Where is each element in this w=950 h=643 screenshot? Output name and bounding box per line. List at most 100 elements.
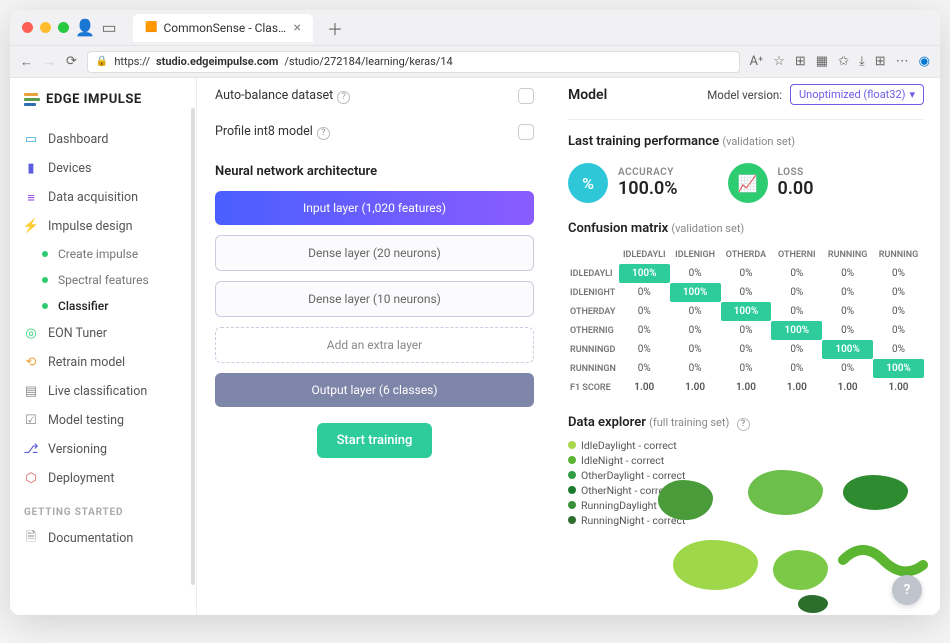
f1-cell: 1.00 <box>822 378 873 397</box>
output-layer-block: Output layer (6 classes) <box>215 373 534 407</box>
dashboard-icon: ▭ <box>24 133 38 147</box>
nav-retrain-model[interactable]: ⟲Retrain model <box>24 348 190 377</box>
close-tab-button[interactable]: × <box>294 20 301 36</box>
scrollbar[interactable] <box>190 78 196 615</box>
tuner-icon: ◎ <box>24 327 38 341</box>
nav-live-classification[interactable]: ▤Live classification <box>24 377 190 406</box>
matrix-cell: 0% <box>771 283 822 302</box>
logo-mark-icon <box>24 93 40 106</box>
nav-devices[interactable]: ▮Devices <box>24 154 190 183</box>
matrix-cell: 0% <box>721 340 772 359</box>
accuracy-icon: % <box>568 163 608 203</box>
nav-impulse-design[interactable]: ⚡Impulse design <box>24 212 190 241</box>
matrix-cell: 0% <box>771 359 822 378</box>
legend-dot-icon <box>568 471 576 479</box>
nav-create-impulse[interactable]: Create impulse <box>24 241 190 267</box>
sidebar: EDGE IMPULSE ▭Dashboard ▮Devices ≡Data a… <box>10 78 190 615</box>
dense-layer-20[interactable]: Dense layer (20 neurons) <box>215 235 534 271</box>
nav-deployment[interactable]: ⬡Deployment <box>24 464 190 493</box>
favorites-bar-icon[interactable]: ✩ <box>838 54 849 69</box>
help-icon[interactable]: ? <box>737 418 750 431</box>
f1-cell: 1.00 <box>771 378 822 397</box>
matrix-cell: 100% <box>721 302 772 321</box>
close-window-button[interactable] <box>22 22 33 33</box>
profile-icon[interactable]: 👤 <box>77 20 93 36</box>
collections-icon[interactable]: ▦ <box>816 54 828 69</box>
matrix-row: RUNNINGN0%0%0%0%0%100% <box>568 359 924 378</box>
bullet-icon <box>42 303 48 309</box>
nn-architecture-title: Neural network architecture <box>215 164 534 179</box>
copilot-icon[interactable]: ◉ <box>919 54 930 69</box>
profile-int8-label: Profile int8 model <box>215 124 313 139</box>
new-tab-button[interactable]: ＋ <box>327 16 343 40</box>
bullet-icon <box>42 251 48 257</box>
model-version-select[interactable]: Unoptimized (float32) ▾ <box>790 84 924 105</box>
version-label: Model version: <box>707 88 782 102</box>
matrix-row-header: RUNNINGD <box>568 340 619 359</box>
favorite-icon[interactable]: ☆ <box>773 54 785 69</box>
nav-documentation[interactable]: 🗎Documentation <box>24 524 190 553</box>
legend-dot-icon <box>568 456 576 464</box>
nav-spectral-features[interactable]: Spectral features <box>24 267 190 293</box>
doc-icon: 🗎 <box>24 532 38 546</box>
matrix-cell: 0% <box>670 302 721 321</box>
matrix-col-header: RUNNING <box>873 246 924 264</box>
input-layer-block: Input layer (1,020 features) <box>215 191 534 225</box>
help-icon[interactable]: ? <box>337 91 350 104</box>
reader-icon[interactable]: A⁺ <box>750 54 764 69</box>
matrix-cell: 0% <box>822 283 873 302</box>
brand-logo[interactable]: EDGE IMPULSE <box>24 92 190 107</box>
matrix-cell: 0% <box>670 264 721 283</box>
matrix-cell: 0% <box>619 321 670 340</box>
f1-cell: 1.00 <box>619 378 670 397</box>
minimize-window-button[interactable] <box>40 22 51 33</box>
loss-label: LOSS <box>778 167 814 178</box>
auto-balance-checkbox[interactable] <box>518 88 534 104</box>
tabs-icon[interactable]: ▭ <box>101 20 117 36</box>
nav-versioning[interactable]: ⎇Versioning <box>24 435 190 464</box>
training-settings-panel: Auto-balance dataset? Profile int8 model… <box>197 78 552 615</box>
url-input[interactable]: 🔒 https://studio.edgeimpulse.com/studio/… <box>87 51 740 73</box>
help-icon[interactable]: ? <box>317 127 330 140</box>
downloads-icon[interactable]: ⤓ <box>859 54 865 69</box>
forward-button[interactable]: → <box>43 54 56 70</box>
back-button[interactable]: ← <box>20 54 33 70</box>
nav-dashboard[interactable]: ▭Dashboard <box>24 125 190 154</box>
add-layer-button[interactable]: Add an extra layer <box>215 327 534 363</box>
data-explorer-scatter[interactable] <box>618 455 924 616</box>
nav-eon-tuner[interactable]: ◎EON Tuner <box>24 319 190 348</box>
matrix-cell: 0% <box>670 359 721 378</box>
matrix-col-header: IDLENIGH <box>670 246 721 264</box>
confusion-matrix: IDLEDAYLIIDLENIGHOTHERDAOTHERNIRUNNINGRU… <box>568 246 924 397</box>
help-fab-button[interactable]: ? <box>892 575 922 605</box>
matrix-col-header: RUNNING <box>822 246 873 264</box>
matrix-cell: 0% <box>771 264 822 283</box>
matrix-cell: 0% <box>873 302 924 321</box>
maximize-window-button[interactable] <box>58 22 69 33</box>
profile-int8-checkbox[interactable] <box>518 124 534 140</box>
apps-icon[interactable]: ⊞ <box>875 54 886 69</box>
matrix-row: RUNNINGD0%0%0%0%100%0% <box>568 340 924 359</box>
last-performance-title: Last training performance <box>568 134 719 149</box>
extensions-icon[interactable]: ⊞ <box>795 54 806 69</box>
matrix-col-header: OTHERNI <box>771 246 822 264</box>
f1-cell: 1.00 <box>721 378 772 397</box>
f1-cell: 1.00 <box>873 378 924 397</box>
address-bar: ← → ⟳ 🔒 https://studio.edgeimpulse.com/s… <box>10 46 940 78</box>
matrix-cell: 0% <box>619 302 670 321</box>
matrix-cell: 0% <box>619 359 670 378</box>
impulse-icon: ⚡ <box>24 220 38 234</box>
more-icon[interactable]: ⋯ <box>896 54 909 69</box>
browser-tab[interactable]: 🟧 CommonSense - Classifier - E × <box>133 14 313 42</box>
nav-classifier[interactable]: Classifier <box>24 293 190 319</box>
dense-layer-10[interactable]: Dense layer (10 neurons) <box>215 281 534 317</box>
model-title: Model <box>568 87 607 103</box>
refresh-button[interactable]: ⟳ <box>66 54 77 69</box>
nav-data-acquisition[interactable]: ≡Data acquisition <box>24 183 190 212</box>
nav-model-testing[interactable]: ☑Model testing <box>24 406 190 435</box>
database-icon: ≡ <box>24 191 38 205</box>
matrix-cell: 0% <box>822 321 873 340</box>
matrix-cell: 0% <box>822 264 873 283</box>
matrix-cell: 0% <box>670 340 721 359</box>
start-training-button[interactable]: Start training <box>317 423 433 458</box>
